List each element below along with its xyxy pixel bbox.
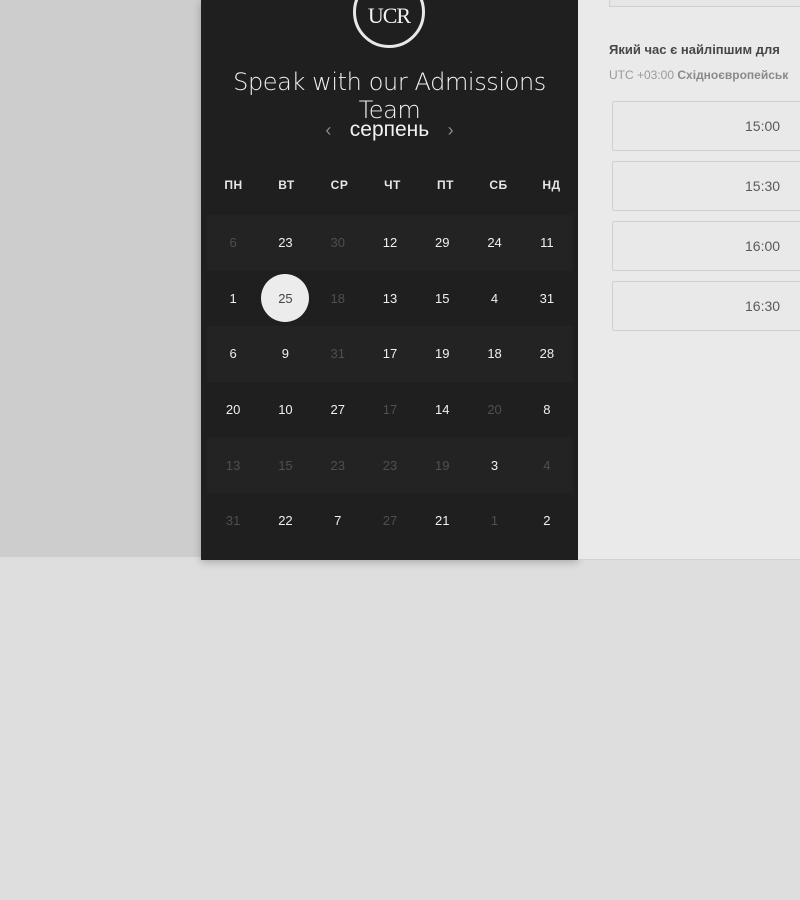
calendar-day[interactable]: 9	[259, 326, 311, 382]
calendar-day[interactable]: 18	[468, 326, 520, 382]
time-slot-button[interactable]: 15:00	[612, 101, 800, 151]
weekday-label: НД	[542, 178, 561, 192]
calendar-day: 1	[490, 513, 499, 529]
calendar-day[interactable]: 8	[521, 382, 573, 438]
next-month-button[interactable]: ›	[448, 120, 454, 141]
weekday-label: СБ	[489, 178, 508, 192]
calendar-day[interactable]: 2	[521, 493, 573, 549]
time-slot-button[interactable]: 15:30	[612, 161, 800, 211]
calendar-week-row: 31 22 7 27 21 1 2	[207, 493, 573, 549]
calendar-day: 31	[225, 513, 241, 529]
top-input-edge	[609, 0, 800, 7]
prev-month-button[interactable]: ‹	[325, 120, 331, 141]
calendar-day[interactable]: 31	[521, 271, 573, 327]
calendar-day[interactable]: 4	[468, 271, 520, 327]
calendar-grid: 6 23 30 12 29 24 11 1 25 18 13 15 4 31 6 9 31 17 19 18 28 20 1…	[207, 215, 573, 549]
weekday-label: ПТ	[437, 178, 454, 192]
calendar-day: 17	[382, 402, 398, 418]
calendar-day[interactable]: 13	[364, 271, 416, 327]
calendar-day[interactable]: 28	[521, 326, 573, 382]
calendar-day[interactable]: 24	[468, 215, 520, 271]
page-background	[0, 0, 201, 557]
calendar-day: 23	[330, 457, 345, 473]
calendar-card: UCR Speak with our Admissions Team ‹ сер…	[201, 0, 578, 560]
weekday-label: СР	[330, 178, 349, 192]
calendar-week-row: 13 15 23 23 19 3 4	[207, 437, 573, 493]
calendar-day[interactable]: 19	[416, 326, 468, 382]
selected-day-circle: 25	[261, 274, 310, 323]
calendar-day[interactable]: 3	[468, 437, 520, 493]
calendar-day: 23	[382, 457, 398, 473]
calendar-day: 4	[543, 457, 551, 473]
timezone-label: UTC +03:00 Східноєвропейськ	[609, 68, 788, 82]
time-question: Який час є найліпшим для	[609, 42, 780, 57]
calendar-week-row: 1 25 18 13 15 4 31	[207, 271, 573, 327]
calendar-day: 31	[330, 346, 345, 362]
month-navigation: ‹ серпень ›	[201, 118, 578, 142]
calendar-day[interactable]: 17	[364, 326, 416, 382]
weekday-label: ВТ	[278, 178, 295, 192]
weekday-label: ПН	[224, 178, 243, 192]
calendar-day[interactable]: 20	[207, 382, 259, 438]
calendar-day-selected[interactable]: 25	[259, 271, 311, 327]
calendar-day[interactable]: 10	[259, 382, 311, 438]
calendar-day[interactable]: 11	[521, 215, 573, 271]
page-title: Speak with our Admissions Team	[233, 68, 546, 124]
time-slot-button[interactable]: 16:30	[612, 281, 800, 331]
calendar-week-row: 6 23 30 12 29 24 11	[207, 215, 573, 271]
calendar-day[interactable]: 21	[416, 493, 468, 549]
weekday-label: ЧТ	[384, 178, 401, 192]
time-slot-button[interactable]: 16:00	[612, 221, 800, 271]
timezone-name: Східноєвропейськ	[677, 68, 789, 82]
calendar-day[interactable]: 12	[364, 215, 416, 271]
calendar-day: 19	[435, 457, 450, 473]
calendar-week-row: 6 9 31 17 19 18 28	[207, 326, 573, 382]
logo-text: UCR	[367, 3, 411, 28]
calendar-day[interactable]: 1	[207, 271, 259, 327]
calendar-day: 30	[330, 235, 345, 251]
calendar-day[interactable]: 7	[312, 493, 364, 549]
ucr-logo: UCR	[353, 0, 425, 48]
calendar-day[interactable]: 23	[259, 215, 311, 271]
calendar-day: 13	[225, 457, 241, 473]
calendar-day[interactable]: 15	[416, 271, 468, 327]
calendar-day[interactable]: 29	[416, 215, 468, 271]
calendar-day: 6	[229, 235, 237, 251]
calendar-day: 15	[278, 457, 293, 473]
calendar-week-row: 20 10 27 17 14 20 8	[207, 382, 573, 438]
calendar-day[interactable]: 22	[259, 493, 311, 549]
calendar-day: 20	[487, 402, 502, 418]
calendar-day: 18	[330, 290, 345, 306]
timezone-offset: UTC +03:00	[609, 68, 675, 82]
calendar-day[interactable]: 14	[416, 382, 468, 438]
calendar-day[interactable]: 27	[312, 382, 364, 438]
weekday-header: ПН ВТ СР ЧТ ПТ СБ НД	[207, 178, 578, 192]
calendar-day: 27	[382, 513, 398, 529]
time-slot-panel: Який час є найліпшим для UTC +03:00 Схід…	[578, 0, 800, 560]
month-label: серпень	[349, 118, 430, 141]
calendar-day[interactable]: 6	[207, 326, 259, 382]
